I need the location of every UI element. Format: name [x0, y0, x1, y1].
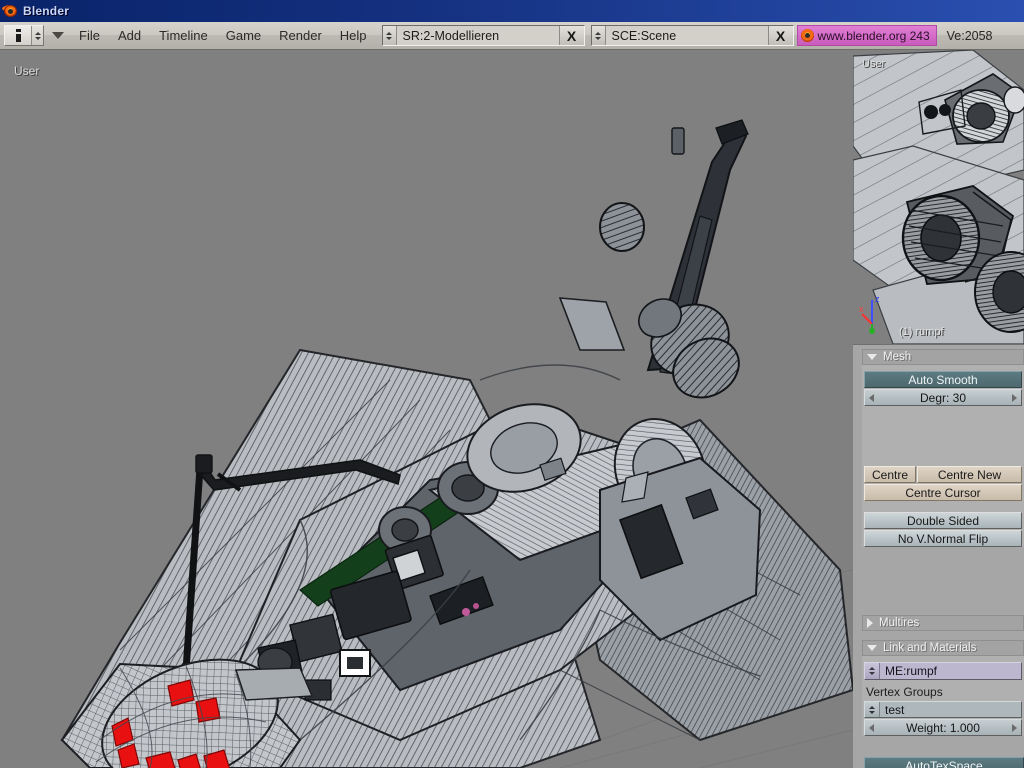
scene-browse-icon[interactable] [591, 26, 606, 45]
panel-mesh-header[interactable]: Mesh [862, 349, 1024, 365]
blender-logo-icon [800, 29, 814, 42]
version-label: Ve:2058 [946, 28, 993, 43]
vertex-group-field[interactable]: test [864, 701, 1022, 718]
weight-value: Weight: 1.000 [906, 720, 980, 735]
vertex-group-browse-icon[interactable] [865, 702, 880, 717]
triangle-right-icon[interactable] [867, 618, 873, 628]
blender-header-bar: File Add Timeline Game Render Help SR:2-… [0, 22, 1024, 50]
menu-item-render[interactable]: Render [270, 22, 331, 49]
vertex-group-weight-slider[interactable]: Weight: 1.000 [864, 719, 1022, 736]
blender-logo-icon [1, 3, 19, 19]
auto-tex-space-toggle[interactable]: AutoTexSpace [864, 757, 1024, 768]
window-type-selector[interactable] [4, 25, 44, 46]
increase-icon[interactable] [1012, 723, 1017, 732]
menu-item-game[interactable]: Game [217, 22, 270, 49]
svg-text:z: z [875, 294, 880, 304]
scene-delete-button[interactable]: X [767, 26, 793, 45]
website-label: www.blender.org 243 [817, 28, 930, 43]
mesh-datablock-field[interactable]: ME:rumpf [864, 662, 1022, 680]
main-menu: File Add Timeline Game Render Help [70, 22, 376, 49]
panel-mesh-title: Mesh [883, 351, 912, 363]
menu-item-add[interactable]: Add [109, 22, 150, 49]
space-shuttle-mesh[interactable] [0, 50, 853, 768]
panel-link-materials-title: Link and Materials [883, 642, 977, 654]
panel-mesh: Mesh Auto Smooth Degr: 30 Centre Centre … [862, 349, 1024, 547]
panel-link-and-materials: Link and Materials ME:rumpf Vertex Group… [862, 640, 1024, 736]
triangle-down-icon[interactable] [867, 354, 877, 360]
centre-cursor-button[interactable]: Centre Cursor [864, 484, 1022, 501]
scene-selector[interactable]: SCE:Scene X [590, 25, 794, 46]
updown-selector-icon[interactable] [32, 26, 43, 45]
triangle-down-icon[interactable] [48, 22, 68, 49]
degr-value: Degr: 30 [919, 390, 967, 405]
right-column: User z x (1) rumpf Mesh Auto Smooth Degr… [853, 50, 1024, 768]
mesh-browse-icon[interactable] [865, 663, 880, 679]
tail-pod [599, 202, 645, 252]
3d-viewport[interactable]: User [0, 50, 853, 768]
panel-multires-title: Multires [879, 617, 920, 629]
increase-icon[interactable] [1012, 393, 1017, 402]
window-title: Blender [23, 4, 70, 18]
preview-3d-viewport[interactable]: User z x (1) rumpf [853, 50, 1024, 344]
blender-application-window: Blender File Add Timeline Game Render He… [0, 0, 1024, 768]
panel-multires-header[interactable]: Multires [862, 615, 1024, 631]
double-sided-toggle[interactable]: Double Sided [864, 512, 1022, 529]
horizontal-fin [558, 297, 626, 351]
axis-gizmo-icon: z x [859, 294, 880, 334]
oms-engine-cluster [638, 298, 740, 399]
screen-browse-icon[interactable] [382, 26, 397, 45]
viewport-view-label: User [14, 64, 40, 78]
screen-delete-button[interactable]: X [558, 26, 584, 45]
decrease-icon[interactable] [869, 723, 874, 732]
auto-smooth-toggle[interactable]: Auto Smooth [864, 371, 1022, 388]
vertex-groups-label: Vertex Groups [866, 685, 943, 699]
vertex-group-name[interactable]: test [880, 702, 904, 717]
info-icon [5, 26, 32, 45]
nose-gear-door [235, 667, 314, 701]
buttons-window: Mesh Auto Smooth Degr: 30 Centre Centre … [853, 344, 1024, 768]
preview-object-label: (1) rumpf [899, 326, 944, 338]
menu-item-help[interactable]: Help [331, 22, 376, 49]
auto-smooth-degree-slider[interactable]: Degr: 30 [864, 389, 1022, 406]
panel-multires: Multires [862, 615, 1024, 631]
centre-button[interactable]: Centre [864, 466, 916, 483]
menu-item-file[interactable]: File [70, 22, 109, 49]
no-v-normal-flip-toggle[interactable]: No V.Normal Flip [864, 530, 1022, 547]
panel-mesh-body: Auto Smooth Degr: 30 Centre Centre New C… [862, 365, 1024, 547]
centre-new-button[interactable]: Centre New [917, 466, 1022, 483]
preview-view-label: User [862, 58, 886, 70]
panel-link-materials-header[interactable]: Link and Materials [862, 640, 1024, 656]
blender-website-link[interactable]: www.blender.org 243 [796, 25, 937, 46]
screen-name[interactable]: SR:2-Modellieren [396, 26, 559, 45]
screen-selector[interactable]: SR:2-Modellieren X [381, 25, 585, 46]
scene-name[interactable]: SCE:Scene [605, 26, 768, 45]
svg-text:x: x [859, 304, 864, 314]
window-titlebar: Blender [0, 0, 1024, 22]
menu-item-timeline[interactable]: Timeline [150, 22, 217, 49]
triangle-down-icon[interactable] [867, 645, 877, 651]
decrease-icon[interactable] [869, 393, 874, 402]
mesh-name[interactable]: ME:rumpf [880, 663, 937, 679]
panel-link-materials-body: ME:rumpf Vertex Groups test Weight: 1.00… [862, 656, 1024, 736]
